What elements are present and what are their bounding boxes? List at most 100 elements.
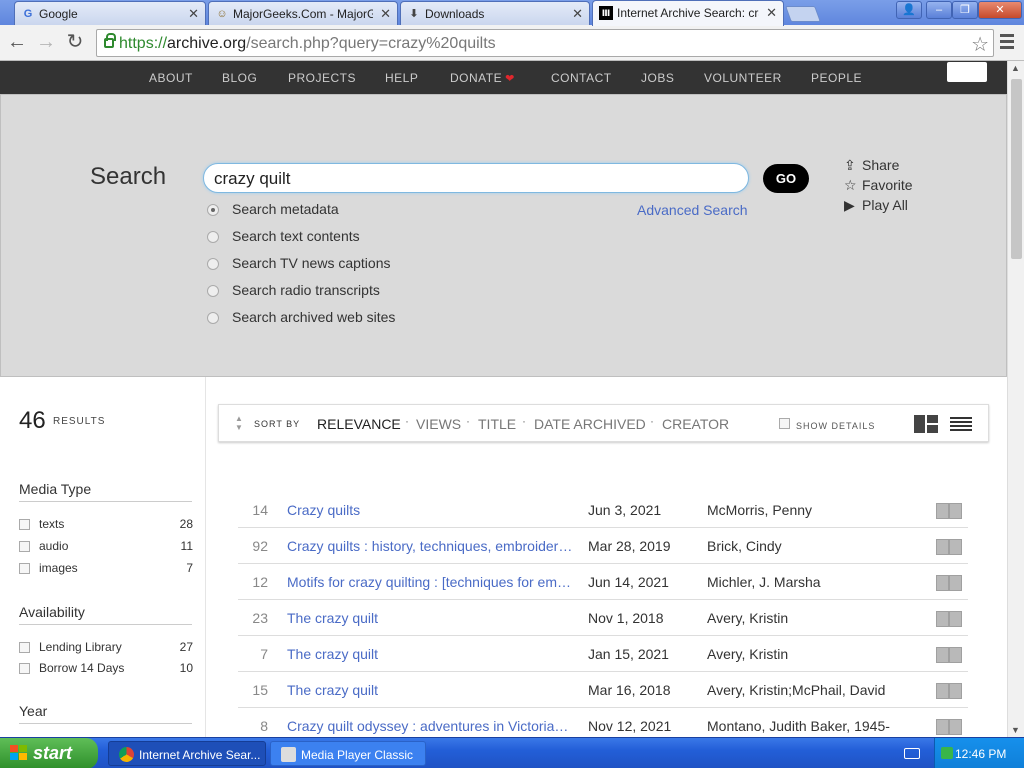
- book-icon: [936, 681, 962, 699]
- result-row[interactable]: 12 Motifs for crazy quilting : [techniqu…: [238, 564, 968, 600]
- facet-borrow-14-days[interactable]: Borrow 14 Days 10: [19, 660, 193, 676]
- result-row[interactable]: 23 The crazy quilt Nov 1, 2018 Avery, Kr…: [238, 600, 968, 636]
- bookmark-star-icon[interactable]: ☆: [971, 32, 989, 57]
- sort-date-archived[interactable]: DATE ARCHIVED: [534, 416, 646, 432]
- close-icon[interactable]: ✕: [380, 6, 391, 22]
- nav-help[interactable]: HELP: [385, 71, 418, 85]
- result-title-link[interactable]: The crazy quilt: [287, 646, 575, 662]
- heart-icon: ❤: [505, 73, 515, 85]
- result-title-link[interactable]: The crazy quilt: [287, 610, 575, 626]
- close-icon[interactable]: ✕: [766, 5, 777, 21]
- go-button[interactable]: GO: [763, 164, 809, 193]
- screen: G Google ✕ ☺ MajorGeeks.Com - MajorGeeks…: [0, 0, 1024, 768]
- nav-blog[interactable]: BLOG: [222, 71, 257, 85]
- result-row[interactable]: 14 Crazy quilts Jun 3, 2021 McMorris, Pe…: [238, 492, 968, 528]
- divider: [19, 723, 192, 724]
- tile-view-icon[interactable]: [914, 415, 938, 433]
- facet-audio[interactable]: audio 11: [19, 538, 193, 554]
- separator: ·: [650, 414, 654, 428]
- checkbox[interactable]: [19, 663, 30, 674]
- taskbar-chrome-button[interactable]: Internet Archive Sear...: [108, 741, 266, 766]
- tab-internet-archive[interactable]: Ⅲ Internet Archive Search: crazy ✕: [592, 0, 784, 26]
- book-icon: [936, 573, 962, 591]
- play-icon: ▶: [844, 197, 855, 213]
- tab-downloads[interactable]: ⬇ Downloads ✕: [400, 1, 590, 25]
- scroll-up-icon[interactable]: ▲: [1011, 63, 1020, 73]
- separator: ·: [522, 414, 526, 428]
- nav-search-box[interactable]: [947, 62, 987, 82]
- result-title-link[interactable]: Crazy quilts : history, techniques, embr…: [287, 538, 575, 554]
- sort-relevance[interactable]: RELEVANCE: [317, 416, 401, 432]
- facet-images[interactable]: images 7: [19, 560, 193, 576]
- download-icon: ⬇: [409, 8, 419, 20]
- keyboard-icon[interactable]: [904, 748, 920, 759]
- nav-contact[interactable]: CONTACT: [551, 71, 612, 85]
- share-action[interactable]: ⇪ Share: [844, 157, 899, 174]
- result-title-link[interactable]: Crazy quilts: [287, 502, 575, 518]
- result-row[interactable]: 92 Crazy quilts : history, techniques, e…: [238, 528, 968, 564]
- nav-projects[interactable]: PROJECTS: [288, 71, 356, 85]
- result-row[interactable]: 7 The crazy quilt Jan 15, 2021 Avery, Kr…: [238, 636, 968, 672]
- separator: ·: [466, 414, 470, 428]
- result-title-link[interactable]: The crazy quilt: [287, 682, 575, 698]
- sort-bar: ▲ ▼ SORT BY RELEVANCE · VIEWS · TITLE · D…: [218, 404, 989, 442]
- show-details-toggle[interactable]: SHOW DETAILS: [779, 418, 875, 431]
- search-input[interactable]: crazy quilt: [203, 163, 749, 193]
- checkbox[interactable]: [19, 642, 30, 653]
- scroll-down-icon[interactable]: ▼: [1011, 725, 1020, 735]
- play-all-action[interactable]: ▶ Play All: [844, 197, 908, 214]
- results-label: RESULTS: [53, 416, 106, 427]
- scroll-thumb[interactable]: [1011, 79, 1022, 259]
- facet-media-type-heading: Media Type: [19, 481, 92, 497]
- nav-people[interactable]: PEOPLE: [811, 71, 862, 85]
- nav-jobs[interactable]: JOBS: [641, 71, 674, 85]
- radio[interactable]: [207, 285, 219, 297]
- radio[interactable]: [207, 231, 219, 243]
- checkbox[interactable]: [19, 563, 30, 574]
- checkbox[interactable]: [19, 541, 30, 552]
- radio[interactable]: [207, 312, 219, 324]
- result-title-link[interactable]: Motifs for crazy quilting : [techniques …: [287, 574, 575, 590]
- favorite-action[interactable]: ☆ Favorite: [844, 177, 913, 194]
- minimize-button[interactable]: –: [926, 1, 952, 19]
- page-scrollbar[interactable]: ▲ ▼: [1007, 61, 1024, 737]
- facet-texts[interactable]: texts 28: [19, 516, 193, 532]
- taskbar-media-player-button[interactable]: Media Player Classic: [270, 741, 426, 766]
- advanced-search-link[interactable]: Advanced Search: [637, 202, 748, 218]
- checkbox[interactable]: [19, 519, 30, 530]
- address-bar[interactable]: https://archive.org/search.php?query=cra…: [96, 29, 994, 57]
- nav-donate[interactable]: DONATE ❤: [450, 71, 515, 85]
- reload-button[interactable]: ↻: [63, 31, 87, 55]
- nav-about[interactable]: ABOUT: [149, 71, 193, 85]
- sort-creator[interactable]: CREATOR: [662, 416, 729, 432]
- radio-selected[interactable]: [207, 204, 219, 216]
- url-text: https://archive.org/search.php?query=cra…: [119, 35, 496, 52]
- close-icon[interactable]: ✕: [188, 6, 199, 22]
- user-icon[interactable]: 👤: [896, 1, 922, 19]
- radio[interactable]: [207, 258, 219, 270]
- close-icon[interactable]: ✕: [572, 6, 583, 22]
- sort-arrows-icon[interactable]: ▲ ▼: [235, 414, 243, 432]
- maximize-button[interactable]: ❐: [952, 1, 978, 19]
- tab-google[interactable]: G Google ✕: [14, 1, 206, 25]
- new-tab-button[interactable]: [785, 6, 821, 22]
- list-view-icon[interactable]: [950, 417, 972, 433]
- window-close-button[interactable]: ✕: [978, 1, 1022, 19]
- tab-majorgeeks[interactable]: ☺ MajorGeeks.Com - MajorGeeks ✕: [208, 1, 398, 25]
- majorgeeks-icon: ☺: [216, 8, 228, 20]
- checkbox[interactable]: [779, 418, 790, 429]
- chrome-menu-icon[interactable]: [998, 31, 1016, 53]
- facet-lending-library[interactable]: Lending Library 27: [19, 639, 193, 655]
- sort-title[interactable]: TITLE: [478, 416, 516, 432]
- separator: ·: [405, 414, 409, 428]
- network-icon[interactable]: [941, 747, 953, 759]
- back-button[interactable]: ←: [5, 31, 29, 55]
- results-list: 14 Crazy quilts Jun 3, 2021 McMorris, Pe…: [238, 492, 968, 744]
- facets-sidebar: 46 RESULTS Media Type texts 28 audio 11 …: [0, 377, 206, 737]
- nav-volunteer[interactable]: VOLUNTEER: [704, 71, 782, 85]
- forward-button[interactable]: →: [34, 31, 58, 55]
- result-title-link[interactable]: Crazy quilt odyssey : adventures in Vict…: [287, 718, 575, 734]
- sort-views[interactable]: VIEWS: [416, 416, 461, 432]
- start-button[interactable]: start: [0, 738, 98, 768]
- result-row[interactable]: 15 The crazy quilt Mar 16, 2018 Avery, K…: [238, 672, 968, 708]
